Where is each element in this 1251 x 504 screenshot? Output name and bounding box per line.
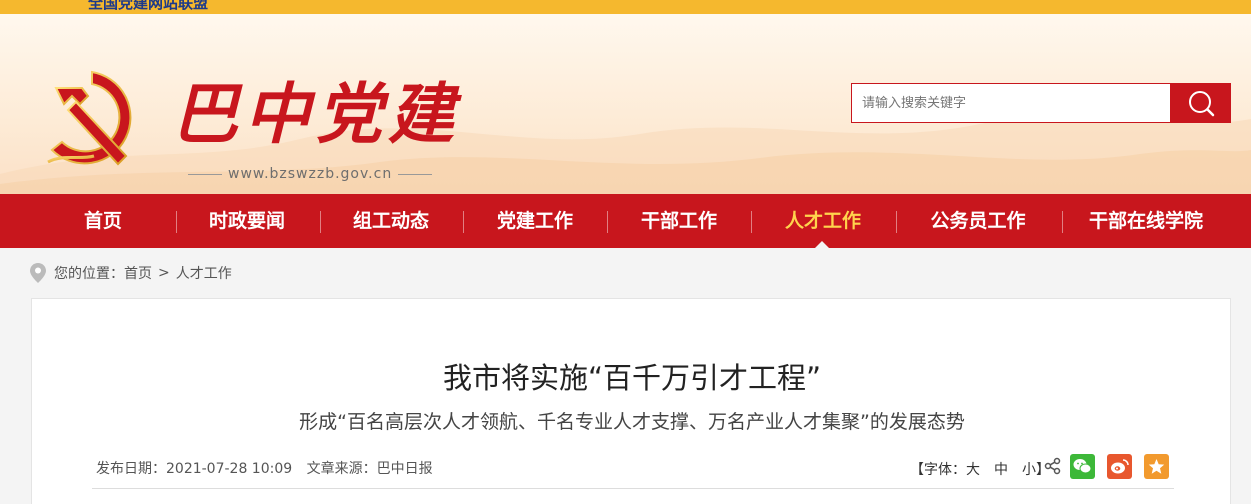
active-nav-caret xyxy=(815,241,829,248)
search-input[interactable] xyxy=(851,83,1171,123)
publish-date: 发布日期：2021-07-28 10:09 xyxy=(96,461,293,477)
article-panel: 我市将实施“百千万引才工程” 形成“百名高层次人才领航、千名专业人才支撑、万名产… xyxy=(31,298,1231,504)
main-nav: 首页 时政要闻 组工动态 党建工作 干部工作 人才工作 公务员工作 干部在线学院 xyxy=(0,194,1251,248)
nav-item-cadre-work[interactable]: 干部工作 xyxy=(628,194,730,248)
location-pin-icon xyxy=(30,263,46,283)
breadcrumb-home-link[interactable]: 首页 xyxy=(124,263,152,283)
url-line-right xyxy=(398,173,433,175)
site-title[interactable]: 巴中党建 xyxy=(172,74,460,154)
font-size-controls: 【字体：大中小】 xyxy=(910,459,1050,479)
nav-item-party-building[interactable]: 党建工作 xyxy=(484,194,586,248)
share-icon[interactable] xyxy=(1044,457,1062,475)
top-bar: 全国党建网站联盟 xyxy=(0,0,1251,14)
breadcrumb-current-link[interactable]: 人才工作 xyxy=(176,263,232,283)
nav-separator xyxy=(176,211,177,233)
nav-separator xyxy=(896,211,897,233)
font-size-small-button[interactable]: 小 xyxy=(1022,462,1036,478)
search-icon xyxy=(1188,91,1214,117)
font-size-medium-button[interactable]: 中 xyxy=(994,462,1008,478)
article-subtitle: 形成“百名高层次人才领航、千名专业人才支撑、万名产业人才集聚”的发展态势 xyxy=(299,411,965,433)
font-size-label: 【字体： xyxy=(910,462,966,478)
site-url: www.bzswzzb.gov.cn xyxy=(182,166,438,182)
breadcrumb-prefix: 您的位置： xyxy=(54,266,124,282)
nav-separator xyxy=(463,211,464,233)
nav-item-talent-work[interactable]: 人才工作 xyxy=(772,194,874,248)
nav-item-online-academy[interactable]: 干部在线学院 xyxy=(1080,194,1212,248)
url-line-left xyxy=(188,173,222,175)
search-button[interactable] xyxy=(1170,83,1231,123)
nav-item-org-news[interactable]: 组工动态 xyxy=(340,194,442,248)
nav-item-civil-servant[interactable]: 公务员工作 xyxy=(918,194,1038,248)
weibo-icon xyxy=(1111,459,1129,474)
nav-item-politics-news[interactable]: 时政要闻 xyxy=(196,194,298,248)
nav-separator xyxy=(320,211,321,233)
nav-separator xyxy=(607,211,608,233)
party-emblem-icon xyxy=(47,70,132,166)
top-bar-text[interactable]: 全国党建网站联盟 xyxy=(88,0,208,13)
breadcrumb-separator: > xyxy=(158,265,170,281)
article-title: 我市将实施“百千万引才工程” xyxy=(442,361,822,395)
site-url-text: www.bzswzzb.gov.cn xyxy=(228,166,393,182)
wechat-icon xyxy=(1073,459,1092,474)
article-source: 文章来源：巴中日报 xyxy=(306,461,433,477)
nav-item-home[interactable]: 首页 xyxy=(62,194,144,248)
wechat-share-button[interactable] xyxy=(1070,454,1095,479)
article-meta: 发布日期：2021-07-28 10:09 文章来源：巴中日报 xyxy=(96,458,443,478)
meta-divider xyxy=(92,488,1174,489)
favorite-button[interactable] xyxy=(1144,454,1169,479)
breadcrumb: 您的位置： 首页 > 人才工作 xyxy=(30,262,232,284)
nav-separator xyxy=(1062,211,1063,233)
weibo-share-button[interactable] xyxy=(1107,454,1132,479)
font-size-large-button[interactable]: 大 xyxy=(966,462,980,478)
nav-separator xyxy=(751,211,752,233)
favorite-icon xyxy=(1148,459,1165,474)
